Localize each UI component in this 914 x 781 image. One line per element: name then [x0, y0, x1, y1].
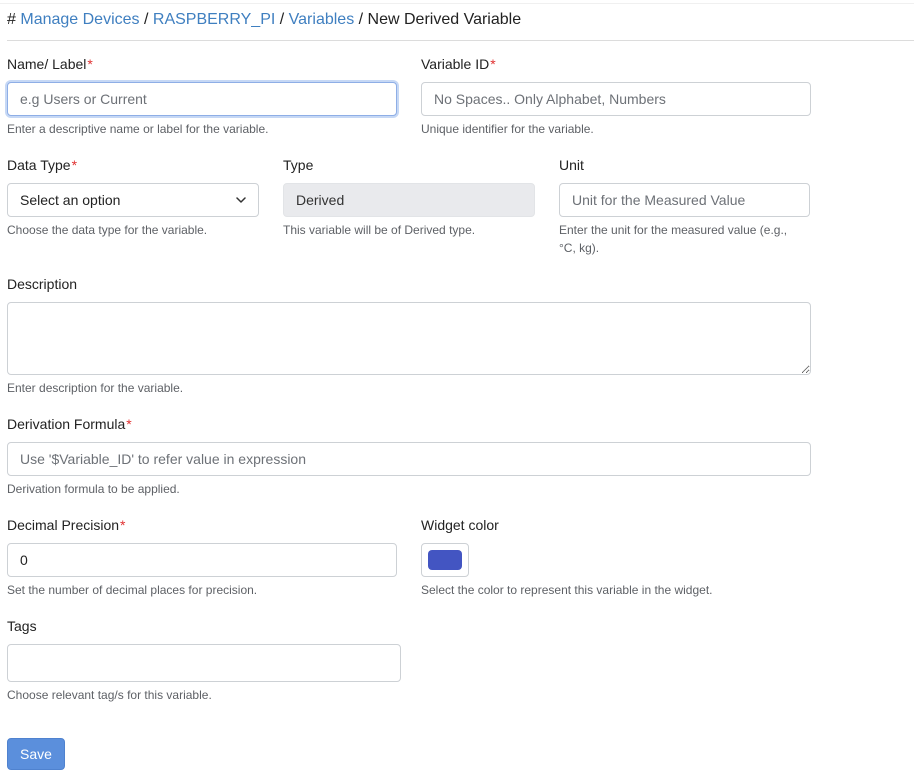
top-border	[0, 3, 914, 4]
header-divider	[7, 40, 914, 41]
description-label: Description	[7, 276, 78, 292]
tags-label: Tags	[7, 618, 37, 634]
description-textarea[interactable]	[7, 302, 811, 375]
widget-color-label: Widget color	[421, 517, 499, 533]
unit-label: Unit	[559, 157, 584, 173]
formula-help: Derivation formula to be applied.	[7, 482, 180, 496]
variable-id-label: Variable ID*	[421, 56, 496, 72]
precision-label: Decimal Precision*	[7, 517, 126, 533]
breadcrumb-hash: #	[7, 11, 16, 28]
tags-input[interactable]	[7, 644, 401, 682]
chevron-down-icon	[236, 197, 246, 203]
unit-help: Enter the unit for the measured value (e…	[559, 223, 788, 255]
name-input[interactable]	[7, 82, 397, 116]
breadcrumb: # Manage Devices / RASPBERRY_PI / Variab…	[7, 10, 521, 30]
name-help: Enter a descriptive name or label for th…	[7, 122, 269, 136]
breadcrumb-device[interactable]: RASPBERRY_PI	[153, 11, 275, 28]
precision-input[interactable]	[7, 543, 397, 577]
breadcrumb-separator: /	[279, 11, 285, 28]
type-label: Type	[283, 157, 314, 173]
formula-label: Derivation Formula*	[7, 416, 132, 432]
widget-color-help: Select the color to represent this varia…	[421, 583, 713, 597]
precision-help: Set the number of decimal places for pre…	[7, 583, 258, 597]
data-type-selected: Select an option	[20, 192, 121, 208]
name-label: Name/ Label*	[7, 56, 93, 72]
data-type-select[interactable]: Select an option	[7, 183, 259, 217]
breadcrumb-current: New Derived Variable	[367, 11, 522, 28]
variable-id-help: Unique identifier for the variable.	[421, 122, 594, 136]
save-button[interactable]: Save	[7, 738, 65, 770]
unit-input[interactable]	[559, 183, 810, 217]
formula-input[interactable]	[7, 442, 811, 476]
data-type-help: Choose the data type for the variable.	[7, 223, 208, 237]
tags-help: Choose relevant tag/s for this variable.	[7, 688, 212, 702]
color-swatch	[428, 550, 462, 570]
widget-color-picker[interactable]	[421, 543, 469, 577]
type-input	[283, 183, 535, 217]
data-type-label: Data Type*	[7, 157, 78, 173]
breadcrumb-manage-devices[interactable]: Manage Devices	[20, 11, 139, 28]
variable-id-input[interactable]	[421, 82, 811, 116]
breadcrumb-variables[interactable]: Variables	[289, 11, 355, 28]
breadcrumb-separator: /	[358, 11, 364, 28]
type-help: This variable will be of Derived type.	[283, 223, 476, 237]
breadcrumb-separator: /	[143, 11, 149, 28]
description-help: Enter description for the variable.	[7, 381, 184, 395]
